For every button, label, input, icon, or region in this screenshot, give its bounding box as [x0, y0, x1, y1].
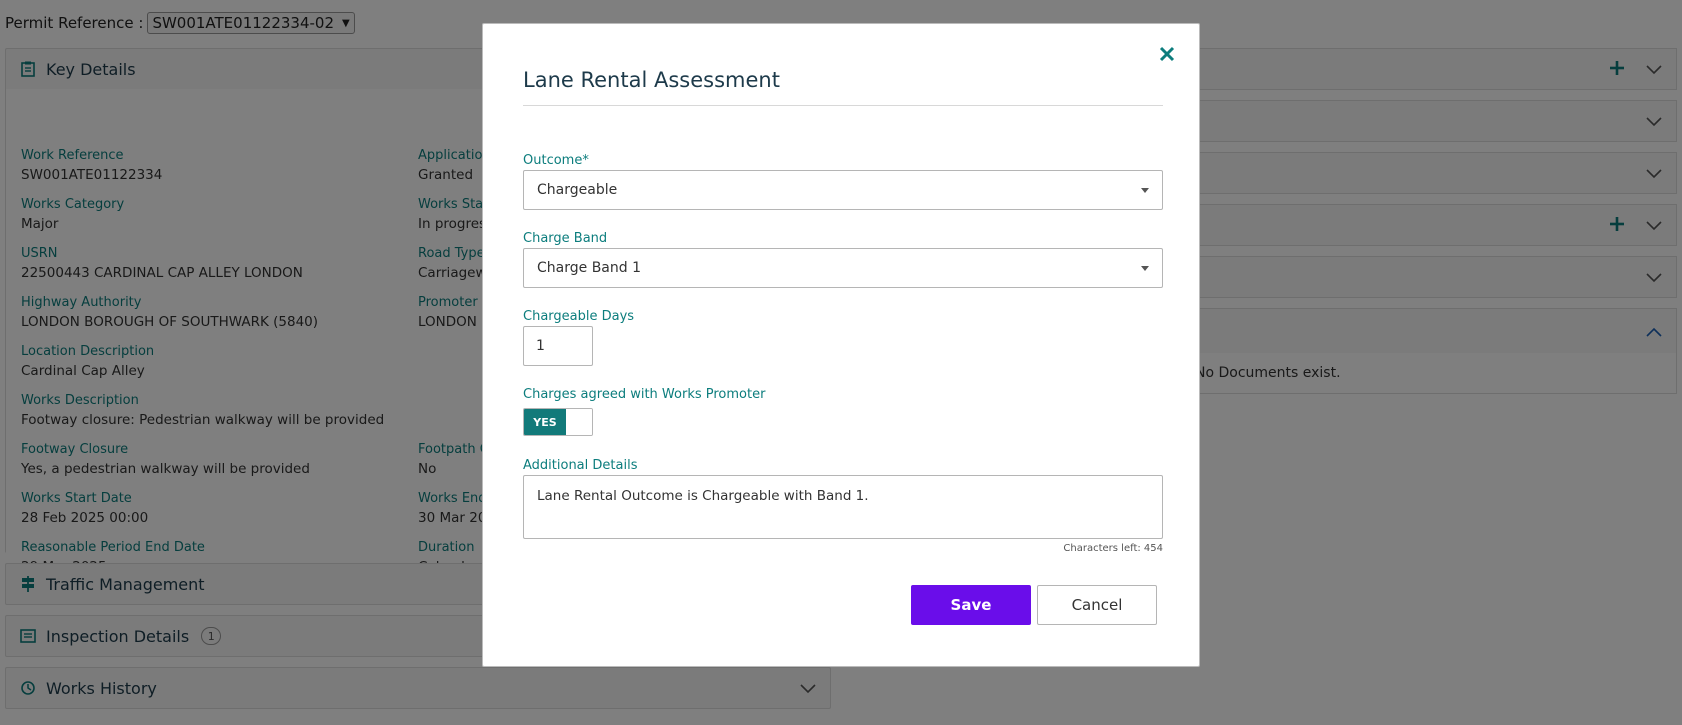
- additional-details-label: Additional Details: [523, 458, 638, 473]
- additional-details-field: Additional Details Lane Rental Outcome i…: [523, 457, 1163, 554]
- dropdown-arrow-icon: [1141, 187, 1149, 193]
- dropdown-arrow-icon: [1141, 265, 1149, 271]
- lane-rental-modal: Lane Rental Assessment Outcome* Chargeab…: [482, 23, 1200, 667]
- charge-band-select[interactable]: Charge Band 1: [523, 248, 1163, 288]
- charges-agreed-toggle[interactable]: YES: [523, 408, 593, 436]
- toggle-knob: [566, 409, 592, 435]
- charges-agreed-label: Charges agreed with Works Promoter: [523, 387, 766, 402]
- save-button[interactable]: Save: [911, 585, 1031, 625]
- charges-agreed-field: Charges agreed with Works Promoter YES: [523, 386, 1163, 436]
- cancel-button[interactable]: Cancel: [1037, 585, 1157, 625]
- chargeable-days-input[interactable]: 1: [523, 326, 593, 366]
- charge-band-field: Charge Band Charge Band 1: [523, 230, 1163, 288]
- additional-details-textarea[interactable]: Lane Rental Outcome is Chargeable with B…: [523, 475, 1163, 539]
- chargeable-days-field: Chargeable Days 1: [523, 308, 1163, 366]
- charge-band-value: Charge Band 1: [537, 260, 641, 276]
- chargeable-days-label: Chargeable Days: [523, 309, 635, 324]
- modal-title: Lane Rental Assessment: [523, 68, 780, 92]
- modal-divider: [523, 105, 1163, 106]
- close-icon[interactable]: [1157, 44, 1177, 64]
- toggle-yes: YES: [524, 409, 566, 435]
- outcome-label: Outcome*: [523, 153, 589, 168]
- outcome-select[interactable]: Chargeable: [523, 170, 1163, 210]
- outcome-value: Chargeable: [537, 182, 618, 198]
- characters-left: Characters left: 454: [1063, 543, 1163, 554]
- outcome-field: Outcome* Chargeable: [523, 152, 1163, 210]
- charge-band-label: Charge Band: [523, 231, 608, 246]
